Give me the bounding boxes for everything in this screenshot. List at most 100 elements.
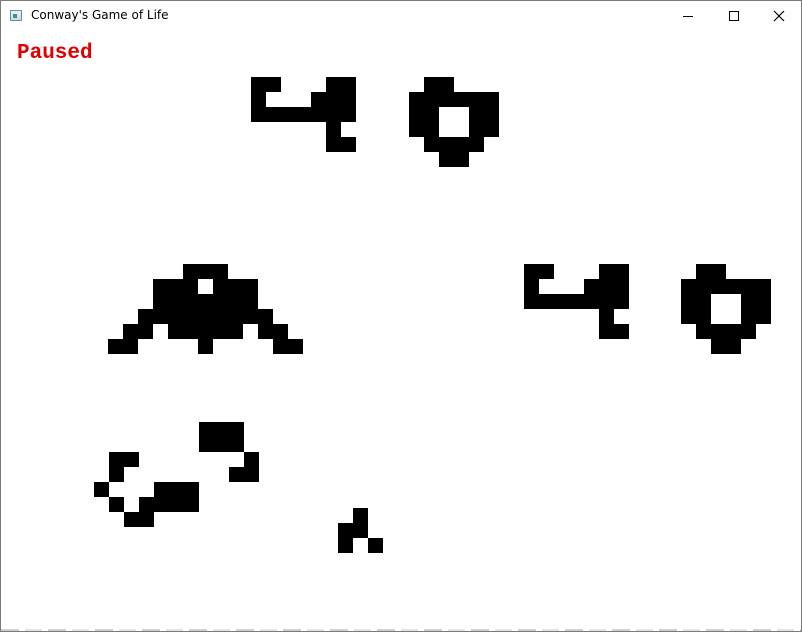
live-cell[interactable] (198, 294, 213, 309)
live-cell[interactable] (584, 294, 599, 309)
live-cell[interactable] (524, 294, 539, 309)
live-cell[interactable] (368, 538, 383, 553)
live-cell[interactable] (266, 107, 281, 122)
live-cell[interactable] (183, 309, 198, 324)
live-cell[interactable] (109, 452, 124, 467)
live-cell[interactable] (168, 324, 183, 339)
live-cell[interactable] (741, 294, 756, 309)
live-cell[interactable] (273, 324, 288, 339)
live-cell[interactable] (614, 279, 629, 294)
live-cell[interactable] (711, 279, 726, 294)
live-cell[interactable] (424, 122, 439, 137)
live-cell[interactable] (341, 137, 356, 152)
live-cell[interactable] (214, 422, 229, 437)
live-cell[interactable] (168, 309, 183, 324)
live-cell[interactable] (229, 437, 244, 452)
live-cell[interactable] (711, 339, 726, 354)
live-cell[interactable] (524, 279, 539, 294)
live-cell[interactable] (353, 508, 368, 523)
live-cell[interactable] (409, 107, 424, 122)
live-cell[interactable] (154, 497, 169, 512)
live-cell[interactable] (341, 107, 356, 122)
live-cell[interactable] (138, 324, 153, 339)
live-cell[interactable] (168, 294, 183, 309)
live-cell[interactable] (341, 92, 356, 107)
live-cell[interactable] (169, 497, 184, 512)
live-cell[interactable] (281, 107, 296, 122)
live-cell[interactable] (439, 92, 454, 107)
live-cell[interactable] (726, 339, 741, 354)
live-cell[interactable] (681, 309, 696, 324)
live-cell[interactable] (741, 324, 756, 339)
live-cell[interactable] (599, 279, 614, 294)
live-cell[interactable] (484, 122, 499, 137)
live-cell[interactable] (311, 92, 326, 107)
live-cell[interactable] (273, 339, 288, 354)
live-cell[interactable] (484, 107, 499, 122)
live-cell[interactable] (599, 324, 614, 339)
live-cell[interactable] (244, 467, 259, 482)
live-cell[interactable] (756, 279, 771, 294)
live-cell[interactable] (439, 77, 454, 92)
live-cell[interactable] (681, 294, 696, 309)
live-cell[interactable] (251, 77, 266, 92)
live-cell[interactable] (251, 107, 266, 122)
live-cell[interactable] (138, 309, 153, 324)
live-cell[interactable] (184, 482, 199, 497)
live-cell[interactable] (169, 482, 184, 497)
live-cell[interactable] (341, 77, 356, 92)
live-cell[interactable] (288, 339, 303, 354)
live-cell[interactable] (153, 309, 168, 324)
live-cell[interactable] (599, 264, 614, 279)
live-cell[interactable] (614, 324, 629, 339)
live-cell[interactable] (353, 523, 368, 538)
live-cell[interactable] (94, 482, 109, 497)
live-cell[interactable] (469, 92, 484, 107)
live-cell[interactable] (454, 137, 469, 152)
live-cell[interactable] (711, 324, 726, 339)
live-cell[interactable] (409, 92, 424, 107)
live-cell[interactable] (251, 92, 266, 107)
live-cell[interactable] (539, 264, 554, 279)
live-cell[interactable] (124, 512, 139, 527)
live-cell[interactable] (228, 309, 243, 324)
live-cell[interactable] (228, 279, 243, 294)
live-cell[interactable] (484, 92, 499, 107)
live-cell[interactable] (153, 279, 168, 294)
live-cell[interactable] (439, 137, 454, 152)
live-cell[interactable] (326, 77, 341, 92)
live-cell[interactable] (696, 324, 711, 339)
live-cell[interactable] (681, 279, 696, 294)
live-cell[interactable] (108, 339, 123, 354)
live-cell[interactable] (109, 467, 124, 482)
live-cell[interactable] (266, 77, 281, 92)
live-cell[interactable] (198, 339, 213, 354)
live-cell[interactable] (214, 437, 229, 452)
live-cell[interactable] (326, 137, 341, 152)
live-cell[interactable] (213, 279, 228, 294)
maximize-button[interactable] (711, 1, 757, 31)
title-bar[interactable]: Conway's Game of Life (1, 1, 801, 31)
live-cell[interactable] (183, 279, 198, 294)
live-cell[interactable] (454, 152, 469, 167)
live-cell[interactable] (599, 309, 614, 324)
live-cell[interactable] (213, 309, 228, 324)
live-cell[interactable] (614, 264, 629, 279)
live-cell[interactable] (243, 309, 258, 324)
live-cell[interactable] (229, 422, 244, 437)
live-cell[interactable] (244, 452, 259, 467)
live-cell[interactable] (584, 279, 599, 294)
live-cell[interactable] (183, 264, 198, 279)
live-cell[interactable] (123, 324, 138, 339)
live-cell[interactable] (599, 294, 614, 309)
live-cell[interactable] (183, 294, 198, 309)
live-cell[interactable] (424, 137, 439, 152)
minimize-button[interactable] (665, 1, 711, 31)
live-cell[interactable] (569, 294, 584, 309)
live-cell[interactable] (696, 264, 711, 279)
live-cell[interactable] (153, 294, 168, 309)
live-cell[interactable] (168, 279, 183, 294)
live-cell[interactable] (183, 324, 198, 339)
live-cell[interactable] (326, 122, 341, 137)
live-cell[interactable] (756, 309, 771, 324)
